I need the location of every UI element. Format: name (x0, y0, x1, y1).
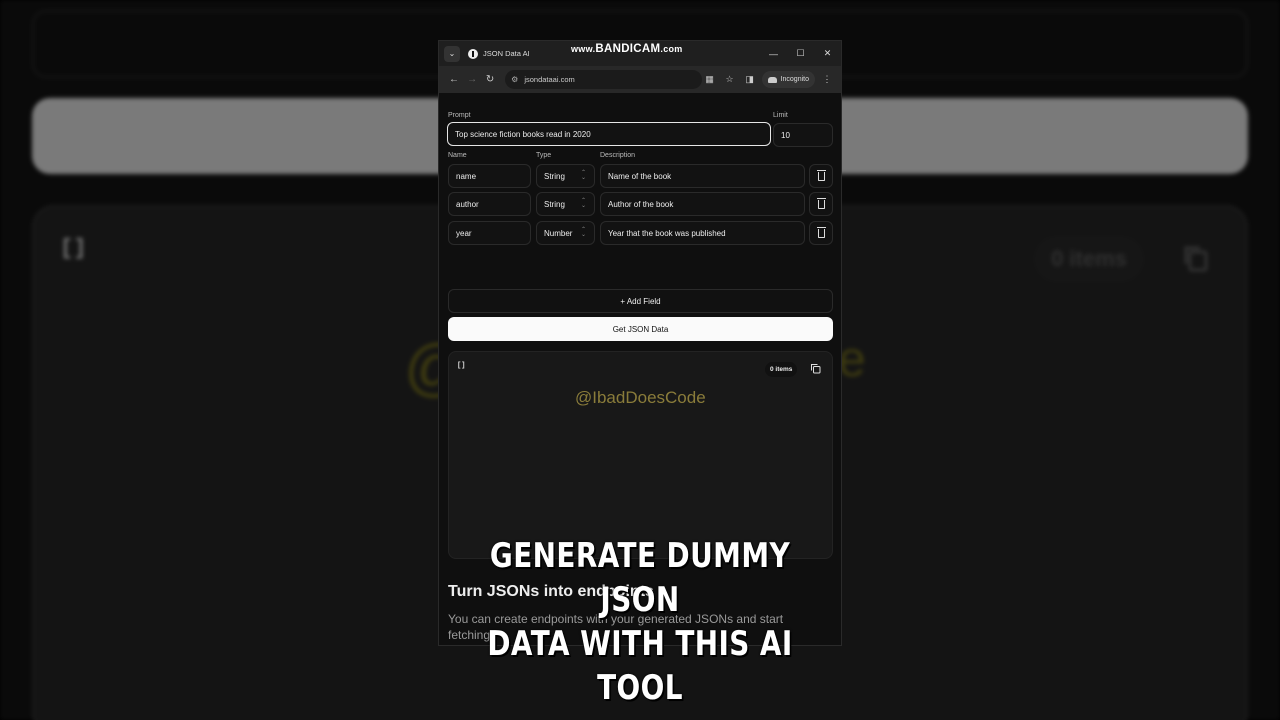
title-bar: ⌄ JSON Data AI www.BANDICAM.com — ☐ ✕ (439, 41, 841, 66)
field-type-select[interactable]: Number ⌃ ⌄ (536, 221, 595, 245)
incognito-badge[interactable]: Incognito (761, 71, 815, 88)
tab-json-data-ai[interactable]: JSON Data AI (468, 48, 530, 59)
incognito-label: Incognito (780, 76, 809, 83)
json-output-panel: [] 0 items @IbadDoesCode (448, 351, 833, 559)
field-type-value: Number (544, 228, 573, 238)
recorder-watermark-suffix: .com (660, 44, 683, 54)
description-column-label: Description (600, 152, 636, 159)
select-chevron-icon: ⌃ ⌄ (580, 198, 586, 209)
items-count-badge: 0 items (765, 362, 798, 377)
trash-icon (816, 226, 826, 238)
caption-line-2: DATA WITH THIS AI TOOL (487, 624, 793, 708)
bg-watermark-right: e (838, 331, 866, 387)
field-type-select[interactable]: String ⌃ ⌄ (536, 164, 595, 188)
maximize-icon[interactable]: ☐ (787, 41, 814, 66)
video-frame: [] 0 items @ e ⌄ JSON Data AI www.BANDIC… (0, 0, 1280, 720)
back-arrow-icon[interactable]: ← (445, 70, 463, 90)
bg-copy-icon (1184, 246, 1208, 272)
minimize-icon[interactable]: — (760, 41, 787, 66)
site-info-icon[interactable]: ⚙ (511, 75, 518, 84)
limit-input[interactable]: 10 (773, 123, 833, 147)
add-field-button[interactable]: + Add Field (448, 289, 833, 313)
field-type-select[interactable]: String ⌃ ⌄ (536, 192, 595, 216)
field-name-input[interactable]: name (448, 164, 531, 188)
url-input[interactable]: ⚙ jsondataai.com (505, 70, 702, 89)
recorder-watermark-brand: BANDICAM (595, 43, 661, 55)
url-text: jsondataai.com (524, 75, 575, 84)
address-bar: ← → ↻ ⚙ jsondataai.com ▦ ☆ ◨ Incognito ⋮ (439, 66, 841, 93)
get-json-data-button[interactable]: Get JSON Data (448, 317, 833, 341)
forward-arrow-icon[interactable]: → (463, 70, 481, 90)
field-description-input[interactable]: Year that the book was published (600, 221, 805, 245)
video-watermark: @IbadDoesCode (575, 388, 706, 407)
side-panel-icon[interactable]: ◨ (742, 72, 758, 88)
reload-icon[interactable]: ↻ (481, 70, 499, 90)
prompt-label: Prompt (448, 112, 471, 119)
delete-field-button[interactable] (809, 164, 833, 188)
field-description-input[interactable]: Author of the book (600, 192, 805, 216)
tab-search-button[interactable]: ⌄ (444, 45, 460, 62)
caption-line-1: GENERATE DUMMY JSON (489, 536, 791, 620)
video-caption: GENERATE DUMMY JSON DATA WITH THIS AI TO… (474, 534, 805, 710)
recorder-watermark: www.BANDICAM.com (571, 43, 683, 55)
prompt-input[interactable]: Top science fiction books read in 2020 (447, 122, 771, 146)
copy-icon[interactable] (810, 363, 821, 374)
trash-icon (816, 197, 826, 209)
delete-field-button[interactable] (809, 192, 833, 216)
name-column-label: Name (448, 152, 467, 159)
trash-icon (816, 169, 826, 181)
json-output-text: [] (457, 362, 466, 370)
qr-code-icon[interactable]: ▦ (702, 72, 718, 88)
close-icon[interactable]: ✕ (814, 41, 841, 66)
field-description-input[interactable]: Name of the book (600, 164, 805, 188)
more-menu-icon[interactable]: ⋮ (819, 72, 835, 88)
incognito-icon (767, 76, 777, 83)
field-name-input[interactable]: author (448, 192, 531, 216)
field-type-value: String (544, 199, 565, 209)
bookmark-star-icon[interactable]: ☆ (722, 72, 738, 88)
field-name-input[interactable]: year (448, 221, 531, 245)
limit-label: Limit (773, 112, 788, 119)
select-chevron-icon: ⌃ ⌄ (580, 227, 586, 238)
delete-field-button[interactable] (809, 221, 833, 245)
bg-bracket: [] (60, 236, 87, 261)
field-type-value: String (544, 171, 565, 181)
window-controls: — ☐ ✕ (760, 41, 841, 66)
address-bar-actions: ▦ ☆ ◨ Incognito ⋮ (702, 71, 835, 88)
site-favicon-icon (468, 48, 478, 59)
tab-title: JSON Data AI (483, 49, 530, 58)
recorder-watermark-prefix: www. (571, 44, 596, 54)
bg-items-badge: 0 items (1034, 236, 1144, 282)
select-chevron-icon: ⌃ ⌄ (580, 170, 586, 181)
type-column-label: Type (536, 152, 552, 159)
